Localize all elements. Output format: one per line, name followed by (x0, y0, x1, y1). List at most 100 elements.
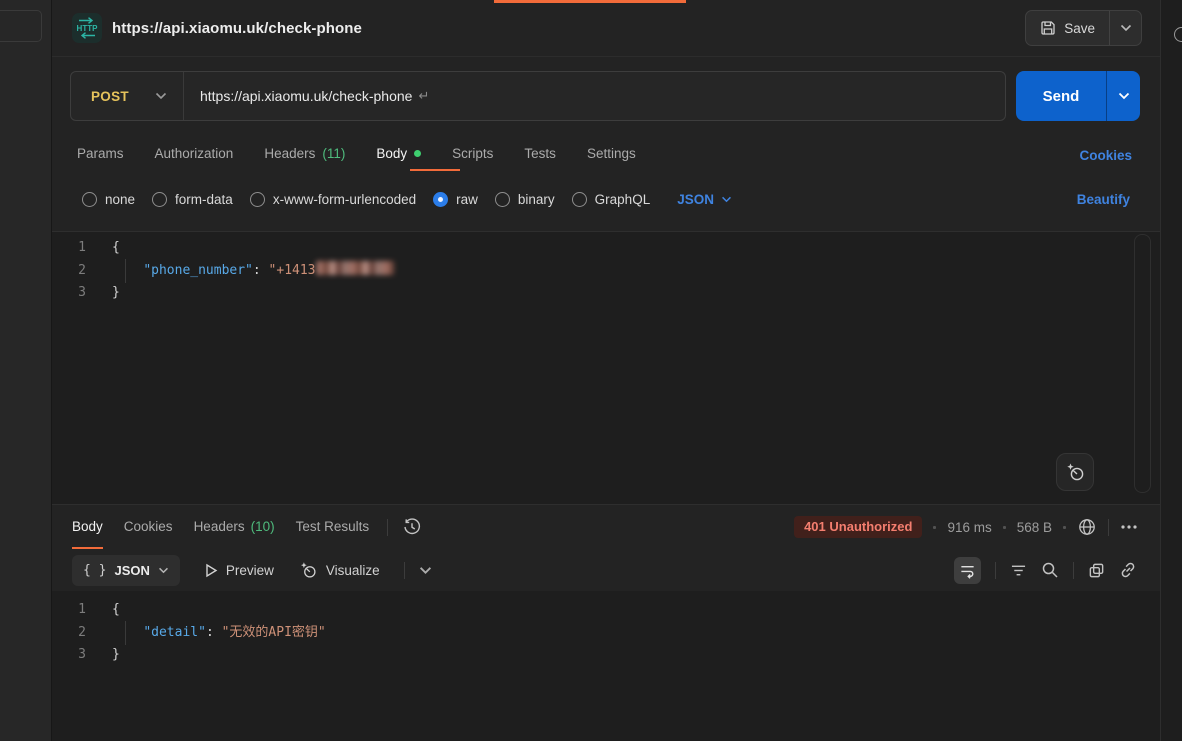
copy-icon[interactable] (1088, 562, 1105, 579)
left-sidebar (0, 0, 52, 741)
response-meta: 401 Unauthorized 916 ms 568 B (794, 516, 1138, 538)
save-button[interactable]: Save (1026, 11, 1109, 45)
chevron-down-icon (158, 567, 169, 574)
radio-icon (572, 192, 587, 207)
divider (404, 562, 405, 579)
sidebar-collapsed-item[interactable] (0, 10, 42, 42)
save-button-group: Save (1025, 10, 1142, 46)
chevron-down-icon (1120, 24, 1132, 32)
response-toolbar: { } JSON Preview Visualize (52, 549, 1160, 591)
postbot-sparkle-icon (1064, 461, 1086, 483)
separator-dot (1003, 526, 1006, 529)
tab-authorization[interactable]: Authorization (155, 138, 234, 173)
bodytype-none[interactable]: none (82, 192, 135, 207)
body-modified-dot (414, 150, 421, 157)
language-select[interactable]: JSON (677, 192, 732, 207)
http-arrows-icon: HTTP (73, 14, 101, 42)
url-input[interactable]: https://api.xiaomu.uk/check-phone (184, 88, 412, 104)
search-icon[interactable] (1041, 561, 1059, 579)
tab-tests[interactable]: Tests (524, 138, 556, 173)
response-header: Body Cookies Headers (10) Test Results 4… (52, 505, 1160, 549)
request-body-editor[interactable]: 1 { 2 "phone_number": "+1413 3 } (52, 231, 1160, 505)
tab-headers[interactable]: Headers (11) (264, 138, 345, 173)
rail-partial-icon[interactable] (1174, 27, 1182, 42)
bodytype-raw[interactable]: raw (433, 192, 478, 207)
send-options-caret[interactable] (1106, 71, 1140, 121)
chevron-down-icon (1118, 92, 1130, 100)
json-value-visible: "+1413 (269, 263, 316, 278)
request-tabs: Params Authorization Headers (11) Body S… (52, 138, 1160, 173)
http-request-icon: HTTP (72, 13, 102, 43)
postbot-ai-button[interactable] (1056, 453, 1094, 491)
code-line: 3 } (52, 282, 1160, 305)
tab-body[interactable]: Body (376, 138, 421, 173)
play-icon (204, 563, 218, 578)
method-selector[interactable]: POST (71, 89, 155, 104)
beautify-link[interactable]: Beautify (1077, 192, 1130, 207)
preview-button[interactable]: Preview (204, 563, 274, 578)
json-key: "detail" (143, 625, 206, 640)
bodytype-graphql[interactable]: GraphQL (572, 192, 651, 207)
chevron-down-icon (419, 566, 432, 575)
request-header: HTTP https://api.xiaomu.uk/check-phone S… (52, 0, 1160, 57)
more-options-icon[interactable] (1120, 524, 1138, 530)
status-badge[interactable]: 401 Unauthorized (794, 516, 922, 538)
response-editor-tools (954, 557, 1137, 584)
radio-icon (82, 192, 97, 207)
response-time[interactable]: 916 ms (947, 520, 991, 535)
code-line: 2 "phone_number": "+1413 (52, 260, 1160, 283)
history-icon[interactable] (402, 517, 422, 537)
response-body-editor[interactable]: 1 { 2 "detail": "无效的API密钥" 3 } (52, 591, 1160, 741)
response-tab-headers[interactable]: Headers (10) (194, 505, 275, 549)
editor-scrollbar[interactable] (1134, 234, 1151, 493)
bodytype-binary[interactable]: binary (495, 192, 555, 207)
divider (387, 519, 388, 536)
save-options-caret[interactable] (1109, 11, 1141, 45)
radio-icon (495, 192, 510, 207)
url-input-box: POST https://api.xiaomu.uk/check-phone ↵ (70, 71, 1006, 121)
filter-icon[interactable] (1010, 563, 1027, 578)
tab-params[interactable]: Params (77, 138, 124, 173)
tab-scripts[interactable]: Scripts (452, 138, 493, 173)
bodytype-form-data[interactable]: form-data (152, 192, 233, 207)
response-size[interactable]: 568 B (1017, 520, 1052, 535)
response-headers-count: (10) (251, 519, 275, 534)
response-format-select[interactable]: { } JSON (72, 555, 180, 586)
send-button[interactable]: Send (1016, 71, 1106, 121)
chevron-down-icon (155, 92, 167, 100)
wrap-text-icon[interactable] (954, 557, 981, 584)
svg-text:HTTP: HTTP (77, 24, 99, 33)
radio-icon (250, 192, 265, 207)
response-tab-test-results[interactable]: Test Results (296, 505, 370, 549)
code-line: 3 } (52, 644, 1160, 667)
tab-settings[interactable]: Settings (587, 138, 636, 173)
cookies-link[interactable]: Cookies (1079, 148, 1132, 163)
send-button-group: Send (1016, 71, 1140, 121)
separator-dot (1063, 526, 1066, 529)
link-icon[interactable] (1119, 561, 1137, 579)
divider (995, 562, 996, 579)
radio-selected-icon (433, 192, 448, 207)
collapse-toolbar-caret[interactable] (419, 566, 432, 575)
code-line: 1 { (52, 237, 1160, 260)
save-button-label: Save (1064, 21, 1095, 36)
bodytype-urlencoded[interactable]: x-www-form-urlencoded (250, 192, 416, 207)
indent-guide (125, 621, 126, 646)
body-type-row: none form-data x-www-form-urlencoded raw… (52, 182, 1160, 216)
response-tab-body[interactable]: Body (72, 505, 103, 549)
redacted-phone-blur (316, 261, 394, 275)
request-url-row: POST https://api.xiaomu.uk/check-phone ↵… (70, 71, 1140, 121)
braces-icon: { } (83, 563, 106, 578)
response-tabs: Body Cookies Headers (10) Test Results (72, 505, 369, 549)
active-tab-underline (410, 169, 460, 171)
save-floppy-icon (1040, 20, 1056, 36)
visualize-button[interactable]: Visualize (298, 560, 380, 580)
divider (1108, 519, 1109, 536)
code-line: 1 { (52, 599, 1160, 622)
response-tab-cookies[interactable]: Cookies (124, 505, 173, 549)
indent-guide (125, 259, 126, 284)
url-enter-hint: ↵ (418, 88, 429, 104)
chevron-down-icon (721, 196, 732, 203)
network-globe-icon[interactable] (1077, 517, 1097, 537)
method-caret[interactable] (155, 92, 167, 100)
